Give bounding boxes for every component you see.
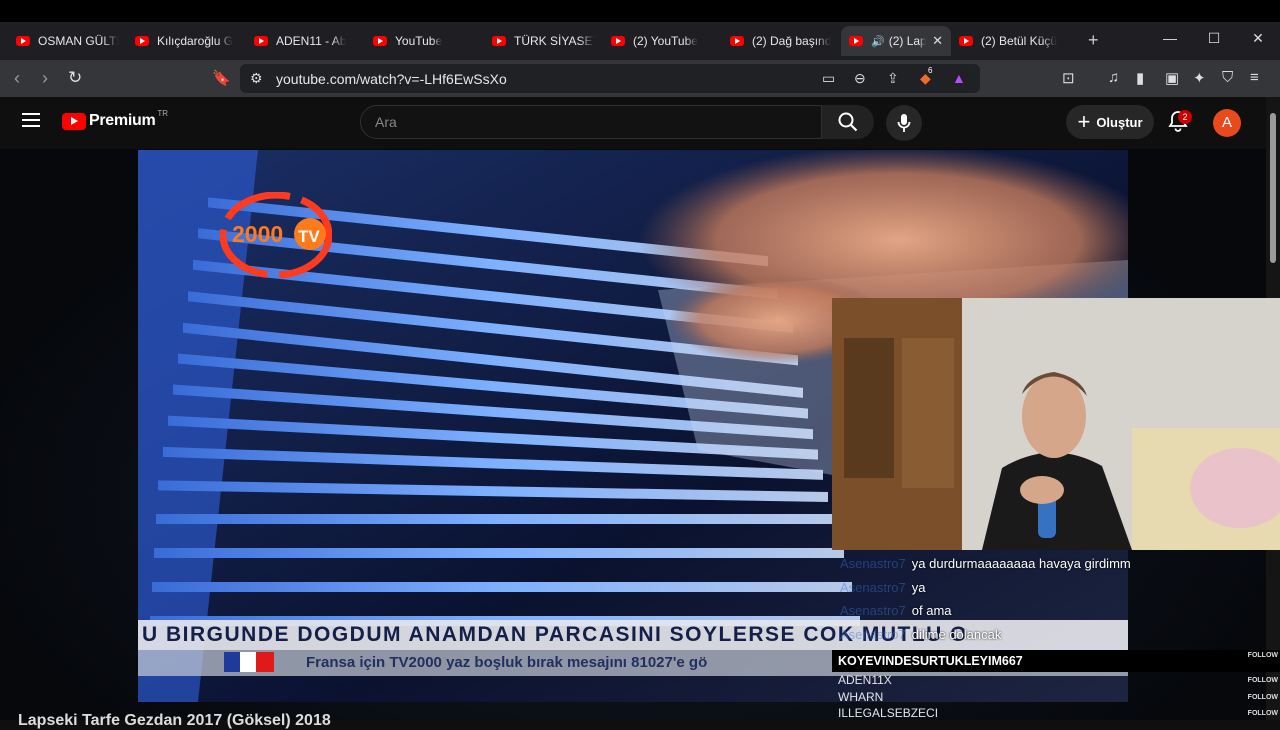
youtube-favicon-icon bbox=[16, 36, 30, 46]
voice-search-button[interactable] bbox=[886, 105, 922, 141]
bookmark-icon[interactable]: 🔖 bbox=[212, 69, 231, 87]
url-text[interactable]: youtube.com/watch?v=-LHf6EwSsXo bbox=[276, 71, 507, 87]
follower-highlight: KOYEVINDESURTUKLEYIM667 FOLLOW bbox=[832, 650, 1280, 672]
youtube-play-icon bbox=[62, 112, 86, 130]
webcam-overlay bbox=[832, 298, 1280, 550]
zoom-icon[interactable]: ⊖ bbox=[854, 70, 866, 87]
scrollbar-thumb[interactable] bbox=[1270, 113, 1276, 263]
youtube-favicon-icon bbox=[611, 36, 625, 46]
avatar[interactable]: A bbox=[1213, 109, 1241, 137]
youtube-premium-logo[interactable]: Premium TR bbox=[62, 109, 168, 130]
browser-tab[interactable]: (2) YouTube bbox=[603, 26, 722, 56]
hamburger-menu-icon[interactable] bbox=[22, 113, 40, 131]
browser-tab[interactable]: TÜRK SİYASET bbox=[484, 26, 603, 56]
speaker-icon[interactable]: 🔊 bbox=[871, 35, 885, 48]
address-bar[interactable]: ⚙ youtube.com/watch?v=-LHf6EwSsXo ▭ ⊖ ⇪ … bbox=[240, 64, 980, 93]
browser-tab[interactable]: (2) Dağ başınd bbox=[722, 26, 841, 56]
close-window-icon[interactable]: ✕ bbox=[1236, 30, 1280, 47]
menu-icon[interactable]: ≡ bbox=[1250, 69, 1259, 86]
browser-tab[interactable]: ADEN11 - Ab bbox=[246, 26, 365, 56]
window-controls: — ☐ ✕ bbox=[1148, 30, 1280, 47]
sidebar-icon[interactable]: ▮ bbox=[1136, 69, 1144, 87]
microphone-icon bbox=[897, 114, 911, 132]
minimize-icon[interactable]: — bbox=[1148, 30, 1192, 47]
create-button[interactable]: + Oluştur bbox=[1066, 105, 1154, 139]
youtube-favicon-icon bbox=[373, 36, 387, 46]
forward-icon[interactable]: › bbox=[42, 68, 48, 89]
notification-badge: 2 bbox=[1178, 110, 1192, 124]
close-tab-icon[interactable]: ✕ bbox=[926, 33, 943, 49]
site-info-icon[interactable]: ⚙ bbox=[250, 70, 263, 87]
browser-tab[interactable]: Kılıçdaroğlu G bbox=[127, 26, 246, 56]
shield-count: 6 bbox=[928, 66, 933, 75]
search-box bbox=[360, 105, 822, 139]
follower-row: ILLEGALSEBZECI FOLLOW bbox=[838, 706, 1278, 720]
screenshot-icon[interactable]: ⊡ bbox=[1062, 69, 1075, 87]
browser-tab[interactable]: YouTube bbox=[365, 26, 484, 56]
cast-icon[interactable]: ▭ bbox=[822, 70, 835, 87]
svg-text:2000: 2000 bbox=[232, 221, 283, 247]
webcam-image bbox=[832, 298, 1280, 550]
reload-icon[interactable]: ↻ bbox=[68, 68, 82, 88]
youtube-favicon-icon bbox=[730, 36, 744, 46]
youtube-favicon-icon bbox=[849, 36, 863, 46]
follower-row: WHARN FOLLOW bbox=[838, 690, 1278, 704]
browser-tab-active[interactable]: 🔊 (2) Lap ✕ bbox=[841, 26, 951, 56]
chat-message: Asenastro7 ya bbox=[840, 579, 926, 595]
browser-toolbar: ‹ › ↻ 🔖 ⚙ youtube.com/watch?v=-LHf6EwSsX… bbox=[0, 60, 1280, 97]
youtube-favicon-icon bbox=[492, 36, 506, 46]
back-icon[interactable]: ‹ bbox=[14, 68, 20, 89]
youtube-favicon-icon bbox=[135, 36, 149, 46]
follower-row: ADEN11X FOLLOW bbox=[838, 673, 1278, 687]
vpn-icon[interactable]: ⛉ bbox=[1222, 69, 1233, 86]
channel-logo: 2000 TV bbox=[219, 191, 333, 279]
tab-strip: OSMAN GÜLTE Kılıçdaroğlu G ADEN11 - Ab Y… bbox=[8, 26, 1070, 56]
chat-message: Asenastro7 ya durdurmaaaaaaaa havaya gird… bbox=[840, 556, 1131, 571]
share-icon[interactable]: ⇪ bbox=[887, 70, 899, 87]
youtube-favicon-icon bbox=[959, 36, 973, 46]
stream-chat: Asenastro7 ya durdurmaaaaaaaa havaya gird… bbox=[840, 556, 1280, 650]
wallet-icon[interactable]: ▣ bbox=[1165, 69, 1179, 87]
youtube-favicon-icon bbox=[254, 36, 268, 46]
search-input[interactable] bbox=[361, 106, 801, 138]
chat-message: Asenastro7 of ama bbox=[840, 603, 952, 618]
music-icon[interactable]: ♫ bbox=[1108, 69, 1119, 86]
youtube-header: Premium TR + Oluştur A bbox=[0, 97, 1266, 149]
browser-tab[interactable]: (2) Betül Küçü bbox=[951, 26, 1070, 56]
plus-icon: + bbox=[1077, 109, 1091, 134]
svg-text:TV: TV bbox=[298, 227, 320, 246]
france-flag-icon bbox=[224, 652, 274, 672]
maximize-icon[interactable]: ☐ bbox=[1192, 30, 1236, 47]
leo-ai-icon[interactable]: ✦ bbox=[1193, 69, 1206, 87]
video-title: Lapseki Tarfe Gezdan 2017 (Göksel) 2018 bbox=[18, 712, 331, 729]
brave-rewards-icon[interactable]: ▲ bbox=[952, 70, 966, 86]
search-button[interactable] bbox=[822, 105, 874, 139]
new-tab-icon[interactable]: + bbox=[1088, 30, 1099, 51]
search-icon bbox=[838, 112, 858, 132]
chat-message: Asenastro7 dilime dolancak bbox=[840, 626, 1002, 642]
browser-tab-bar: OSMAN GÜLTE Kılıçdaroğlu G ADEN11 - Ab Y… bbox=[0, 0, 1280, 60]
browser-tab[interactable]: OSMAN GÜLTE bbox=[8, 26, 127, 56]
